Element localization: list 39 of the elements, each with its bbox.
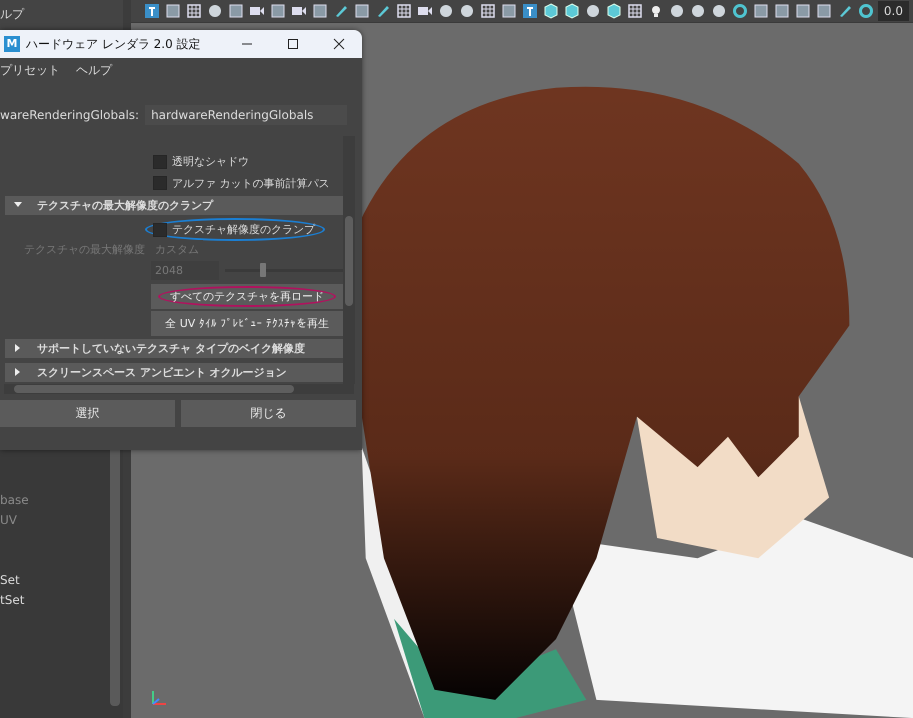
action-button[interactable]: すべてのテクスチャを再ロード	[151, 284, 343, 309]
outliner-item[interactable]: tSet	[0, 590, 110, 610]
section-header[interactable]: スクリーンスペース アンビエント オクルージョン	[5, 362, 343, 382]
square-icon[interactable]	[814, 2, 833, 20]
grid-icon[interactable]	[394, 2, 413, 20]
ring-icon[interactable]	[730, 2, 749, 20]
scrollbar[interactable]	[343, 136, 355, 384]
cube-icon[interactable]	[604, 2, 623, 20]
checkbox-label: テクスチャ解像度のクランプ	[172, 222, 315, 237]
menu-item[interactable]: ルプ	[0, 0, 123, 24]
checkbox[interactable]	[153, 176, 167, 190]
checkbox[interactable]	[153, 222, 167, 236]
node-name-field[interactable]: hardwareRenderingGlobals	[145, 105, 348, 125]
square-icon[interactable]	[752, 2, 770, 20]
action-button[interactable]: 全 UV ﾀｲﾙ ﾌﾟﾚﾋﾞｭｰ ﾃｸｽﾁｬを再生	[151, 311, 343, 336]
square-icon[interactable]	[794, 2, 812, 20]
dialog-button[interactable]: 閉じる	[181, 400, 356, 427]
value-field[interactable]: 0.0	[878, 0, 909, 21]
app-logo: M	[4, 36, 20, 52]
window-title: ハードウェア レンダラ 2.0 設定	[26, 36, 202, 52]
field-label: wareRenderingGlobals:	[0, 108, 140, 122]
cube-icon[interactable]	[542, 2, 560, 20]
maximize-icon	[287, 38, 299, 50]
scrollbar[interactable]	[4, 384, 354, 394]
text-icon[interactable]	[520, 2, 539, 20]
highlight-ring: すべてのテクスチャを再ロード	[158, 286, 336, 307]
section-header[interactable]: サポートしていないテクスチャ タイプのベイク解像度	[5, 338, 343, 358]
outliner-item[interactable]: Set	[0, 570, 110, 590]
menu-item[interactable]: ヘルプ	[76, 62, 112, 78]
cube-icon[interactable]	[562, 2, 581, 20]
grid-icon[interactable]	[184, 2, 203, 20]
close-icon	[333, 38, 345, 50]
dialog-button[interactable]: 選択	[0, 400, 175, 427]
checkbox-label: アルファ カットの事前計算パス	[172, 176, 330, 191]
checkbox-label: 透明なシャドウ	[172, 154, 249, 169]
section-header[interactable]: テクスチャの最大解像度のクランプ	[5, 196, 343, 215]
checkbox[interactable]	[153, 154, 167, 168]
menu-item[interactable]: プリセット	[0, 62, 60, 78]
text-icon[interactable]	[142, 2, 161, 20]
